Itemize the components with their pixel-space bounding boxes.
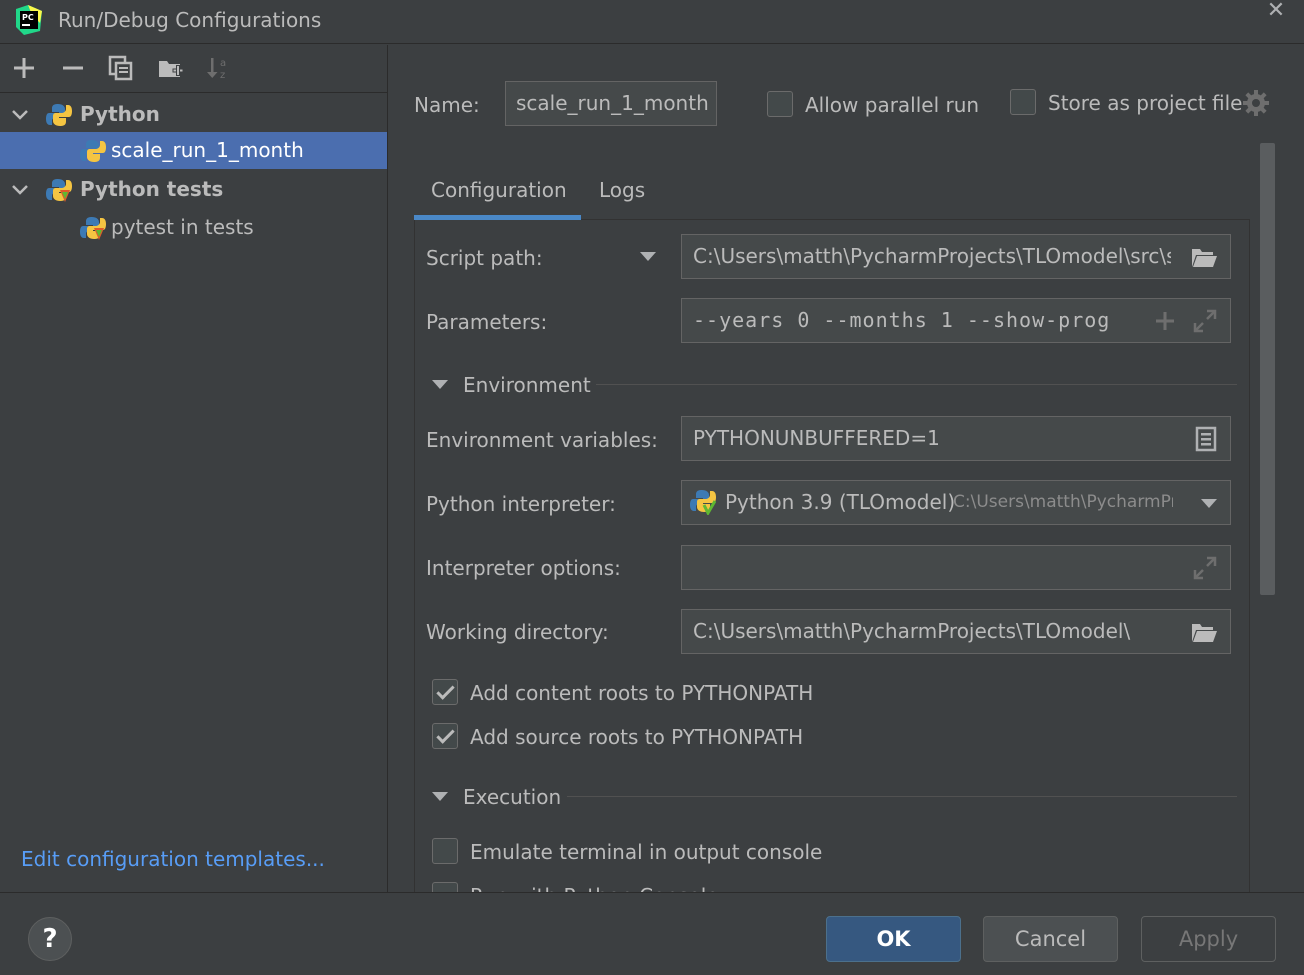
environment-collapse-icon[interactable]: [432, 380, 448, 389]
tree-item-python[interactable]: Python: [0, 96, 387, 133]
sort-icon: a z: [207, 58, 226, 81]
pycharm-logo-icon: PC: [16, 5, 42, 35]
chevron-down-icon[interactable]: [10, 171, 30, 208]
environment-variables-value: PYTHONUNBUFFERED=1: [693, 426, 940, 450]
emulate-terminal-checkbox[interactable]: [432, 838, 458, 864]
name-input[interactable]: scale_run_1_month: [505, 81, 717, 126]
new-folder-icon[interactable]: [157, 55, 183, 81]
working-directory-input[interactable]: C:\Users\matth\PycharmProjects\TLOmodel\: [681, 609, 1231, 654]
apply-button[interactable]: Apply: [1141, 916, 1276, 962]
tab-configuration[interactable]: Configuration: [431, 172, 567, 208]
interpreter-options-input[interactable]: [681, 545, 1231, 590]
parameters-value: --years 0 --months 1 --show-prog: [693, 308, 1111, 332]
python-tests-icon: [80, 217, 106, 240]
store-as-project-file-checkbox[interactable]: [1010, 89, 1036, 115]
add-icon[interactable]: [11, 55, 37, 81]
edit-configuration-templates-link[interactable]: Edit configuration templates...: [21, 845, 325, 873]
tab-logs[interactable]: Logs: [599, 172, 645, 208]
copy-icon[interactable]: [108, 55, 134, 81]
tree-item-label: pytest in tests: [111, 215, 254, 239]
tree-item-pytest-in-tests[interactable]: pytest in tests: [0, 209, 387, 246]
tree-item-scale-run-1-month[interactable]: scale_run_1_month: [0, 132, 387, 169]
working-directory-value: C:\Users\matth\PycharmProjects\TLOmodel\: [693, 619, 1131, 643]
run-with-python-console-label: Run with Python Console: [470, 883, 719, 892]
scrollbar-thumb[interactable]: [1260, 143, 1275, 595]
script-path-input[interactable]: C:\Users\matth\PycharmProjects\TLOmodel\…: [681, 234, 1231, 279]
emulate-terminal-label: Emulate terminal in output console: [470, 840, 823, 864]
allow-parallel-run-checkbox[interactable]: [767, 91, 793, 117]
python-interpreter-path: C:\Users\matth\PycharmPr: [953, 492, 1173, 512]
parameters-input[interactable]: --years 0 --months 1 --show-prog: [681, 298, 1231, 343]
environment-variables-label: Environment variables:: [426, 428, 658, 452]
store-as-project-file-label: Store as project file: [1048, 91, 1243, 115]
script-path-value: C:\Users\matth\PycharmProjects\TLOmodel\…: [693, 244, 1171, 268]
tree-item-label: scale_run_1_month: [111, 138, 304, 162]
chevron-down-icon[interactable]: [1201, 499, 1217, 508]
document-icon[interactable]: [1193, 426, 1219, 452]
interpreter-options-label: Interpreter options:: [426, 556, 621, 580]
tree-item-label: Python: [80, 102, 160, 126]
working-directory-label: Working directory:: [426, 620, 609, 644]
svg-text:PC: PC: [22, 13, 34, 22]
close-icon[interactable]: ✕: [1263, 0, 1289, 24]
execution-section-title: Execution: [463, 785, 562, 809]
script-type-dropdown-icon[interactable]: [640, 252, 656, 261]
add-source-roots-checkbox[interactable]: [432, 723, 458, 749]
execution-collapse-icon[interactable]: [432, 792, 448, 801]
name-label: Name:: [414, 93, 480, 117]
sidebar-toolbar: a z: [0, 45, 388, 93]
execution-divider: [567, 796, 1237, 797]
python-interpreter-select[interactable]: Python 3.9 (TLOmodel) C:\Users\matth\Pyc…: [681, 480, 1231, 525]
expand-icon[interactable]: [1192, 308, 1218, 334]
remove-icon[interactable]: [60, 55, 86, 81]
python-tests-icon: [46, 179, 72, 202]
python-icon: [80, 140, 106, 162]
ok-button[interactable]: OK: [826, 916, 961, 962]
tree-item-python-tests[interactable]: Python tests: [0, 171, 387, 208]
run-with-python-console-checkbox[interactable]: [432, 882, 458, 892]
python-icon: [46, 104, 72, 126]
add-content-roots-checkbox[interactable]: [432, 679, 458, 705]
tree-item-label: Python tests: [80, 177, 224, 201]
parameters-label: Parameters:: [426, 310, 548, 334]
chevron-down-icon[interactable]: [10, 96, 30, 133]
environment-section-title: Environment: [463, 373, 591, 397]
window-title: Run/Debug Configurations: [58, 8, 322, 32]
configurations-sidebar: a z Python scale_run_1_month Python test…: [0, 45, 388, 892]
expand-icon[interactable]: [1192, 555, 1218, 581]
folder-open-icon[interactable]: [1191, 244, 1217, 270]
add-source-roots-label: Add source roots to PYTHONPATH: [470, 725, 804, 749]
help-button[interactable]: ?: [28, 917, 72, 961]
clipped-row: Run with Python Console: [414, 875, 1250, 892]
gear-icon[interactable]: [1242, 89, 1270, 117]
svg-text:a: a: [220, 58, 226, 69]
python-interpreter-icon: [690, 490, 716, 515]
folder-open-icon[interactable]: [1191, 619, 1217, 645]
python-interpreter-value: Python 3.9 (TLOmodel): [725, 490, 956, 514]
svg-text:z: z: [220, 70, 225, 81]
add-macro-icon[interactable]: [1152, 308, 1178, 334]
script-path-label: Script path:: [426, 246, 543, 270]
python-interpreter-label: Python interpreter:: [426, 492, 616, 516]
environment-variables-input[interactable]: PYTHONUNBUFFERED=1: [681, 416, 1231, 461]
cancel-button[interactable]: Cancel: [983, 916, 1118, 962]
environment-divider: [596, 384, 1237, 385]
allow-parallel-run-label: Allow parallel run: [805, 93, 980, 117]
add-content-roots-label: Add content roots to PYTHONPATH: [470, 681, 814, 705]
